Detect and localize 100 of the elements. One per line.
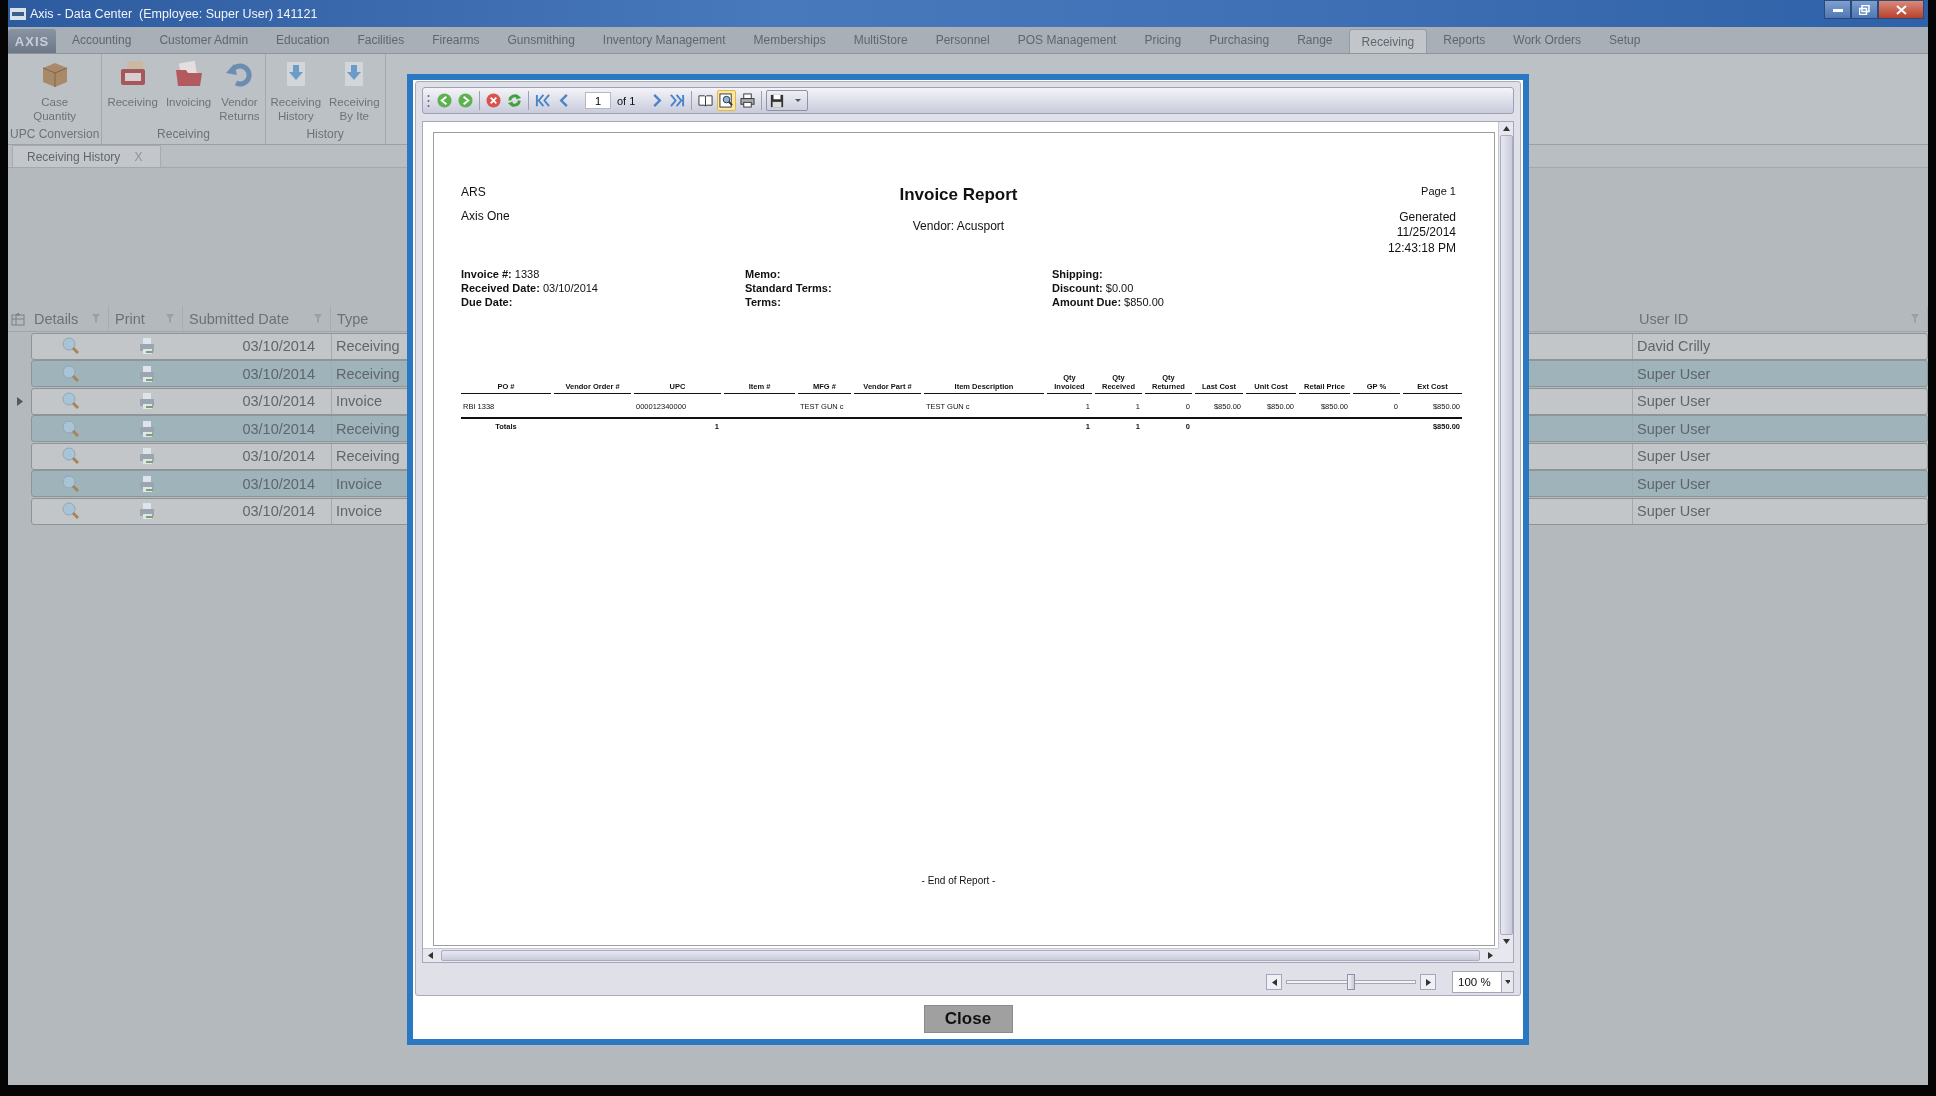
right-arrow-icon: [1425, 978, 1431, 986]
page-number-field[interactable]: 1: [585, 92, 611, 109]
zoom-slider[interactable]: [1286, 974, 1416, 990]
menu-tab[interactable]: Receiving: [1348, 29, 1428, 53]
menu-tab[interactable]: MultiStore: [841, 27, 920, 53]
save-button[interactable]: [766, 90, 809, 111]
ribbon-button[interactable]: Case Quantity: [30, 54, 80, 127]
column-chooser-icon[interactable]: [11, 311, 25, 326]
menu-tab[interactable]: Memberships: [741, 27, 838, 53]
table-cell-text: Invoice: [335, 474, 383, 494]
minimize-button[interactable]: [1824, 0, 1851, 19]
magnifier-icon[interactable]: [62, 337, 80, 355]
scroll-left-icon[interactable]: [428, 952, 433, 959]
ribbon-button[interactable]: Vendor Returns: [216, 54, 263, 127]
stop-button[interactable]: [484, 90, 503, 111]
table-cell-text: Receiving: [335, 447, 401, 466]
ribbon-button[interactable]: Receiving History: [267, 54, 325, 127]
printer-icon[interactable]: [138, 337, 156, 355]
close-button[interactable]: [1878, 0, 1924, 19]
ribbon-group-label: History: [306, 127, 344, 141]
column-header[interactable]: Print: [109, 306, 183, 331]
printer-icon[interactable]: [138, 502, 156, 520]
window-title: Axis - Data Center (Employee: Super User) 141121: [30, 6, 318, 21]
column-header[interactable]: Details: [28, 306, 109, 331]
zoom-out-button[interactable]: [1266, 974, 1282, 990]
menu-tab[interactable]: Inventory Management: [590, 27, 738, 53]
table-cell: Super User: [1632, 471, 1927, 496]
menu-tab[interactable]: Setup: [1597, 27, 1653, 53]
table-cell: Super User: [1632, 416, 1927, 441]
menu-tab[interactable]: Pricing: [1132, 27, 1194, 53]
report-field: Invoice #: 1338: [461, 267, 745, 281]
printer-icon[interactable]: [138, 419, 156, 438]
toolbar-grip-icon[interactable]: [427, 93, 430, 108]
slider-thumb[interactable]: [1347, 974, 1355, 990]
report-title: Invoice Report: [899, 185, 1018, 205]
table-cell: Super User: [1632, 498, 1927, 524]
menu-tab[interactable]: Range: [1285, 27, 1345, 53]
menu-tab[interactable]: Customer Admin: [147, 27, 261, 53]
magnifier-icon[interactable]: [62, 392, 80, 410]
magnifier-icon[interactable]: [62, 419, 80, 438]
column-header[interactable]: User ID: [1633, 306, 1928, 331]
scroll-up-icon[interactable]: [1502, 126, 1510, 131]
location-name: Axis One: [461, 209, 511, 223]
table-cell-text: Receiving: [335, 364, 401, 384]
magnifier-icon[interactable]: [62, 474, 80, 493]
generated-label: Generated: [1399, 210, 1456, 224]
search-button[interactable]: [717, 90, 737, 111]
table-cell-text: Receiving: [335, 337, 401, 356]
report-field: Due Date:: [461, 295, 745, 309]
app-menu-button[interactable]: AXIS: [8, 29, 56, 53]
menu-tab[interactable]: Gunsmithing: [495, 27, 587, 53]
ribbon-button[interactable]: Receiving By Ite: [326, 54, 383, 127]
horizontal-scrollbar[interactable]: [423, 948, 1498, 962]
restore-button[interactable]: [1851, 0, 1878, 19]
menu-tab[interactable]: Facilities: [345, 27, 417, 53]
menu-tab[interactable]: Firearms: [420, 27, 492, 53]
magnifier-icon[interactable]: [62, 447, 80, 465]
printer-icon[interactable]: [138, 474, 156, 493]
printer-icon[interactable]: [138, 364, 156, 383]
menu-tab[interactable]: Education: [264, 27, 342, 53]
magnifier-icon[interactable]: [62, 502, 80, 520]
report-field: Amount Due: $850.00: [1052, 295, 1456, 309]
menu-tab[interactable]: POS Management: [1005, 27, 1129, 53]
close-icon: [1895, 4, 1907, 15]
vendor-name: Vendor: Acusport: [912, 219, 1005, 233]
magnifier-icon[interactable]: [62, 364, 80, 383]
printer-icon[interactable]: [138, 447, 156, 465]
menu-tab[interactable]: Personnel: [923, 27, 1002, 53]
menu-tab[interactable]: Work Orders: [1501, 27, 1594, 53]
refresh-icon: [507, 93, 522, 108]
report-field: Terms:: [745, 295, 1052, 309]
caret-icon: [795, 98, 802, 103]
table-cell: 03/10/2014: [184, 333, 332, 359]
close-button[interactable]: Close: [923, 1005, 1013, 1033]
last-page-icon: [670, 93, 686, 108]
page-count: of 1: [617, 94, 636, 107]
menu-tab[interactable]: Reports: [1431, 27, 1498, 53]
table-cell: 03/10/2014: [184, 361, 332, 386]
printer-icon[interactable]: [138, 392, 156, 410]
table-cell: David Crilly: [1632, 333, 1927, 359]
book-icon: [698, 93, 714, 108]
scroll-down-icon[interactable]: [1502, 939, 1510, 944]
print-button[interactable]: [738, 90, 758, 111]
scroll-right-icon[interactable]: [1488, 952, 1493, 959]
ribbon-button[interactable]: Receiving: [104, 54, 161, 127]
menu-tab[interactable]: Accounting: [60, 27, 144, 53]
forward-button[interactable]: [456, 90, 475, 111]
column-header[interactable]: Submitted Date: [183, 306, 331, 331]
menu-tab[interactable]: Purchasing: [1197, 27, 1282, 53]
zoom-in-button[interactable]: [1420, 974, 1436, 990]
back-button[interactable]: [435, 90, 454, 111]
ribbon-button[interactable]: Invoicing: [162, 54, 215, 127]
vertical-scrollbar[interactable]: [1498, 122, 1513, 948]
report-field: Discount: $0.00: [1052, 281, 1456, 295]
table-cell: 03/10/2014: [184, 416, 332, 441]
ribbon-group-label: UPC Conversion: [10, 127, 100, 141]
report-field: Shipping:: [1052, 267, 1456, 281]
app-logo-icon: [10, 7, 26, 20]
column-header[interactable]: Type: [331, 306, 407, 331]
zoom-field[interactable]: 100 %: [1452, 971, 1514, 993]
